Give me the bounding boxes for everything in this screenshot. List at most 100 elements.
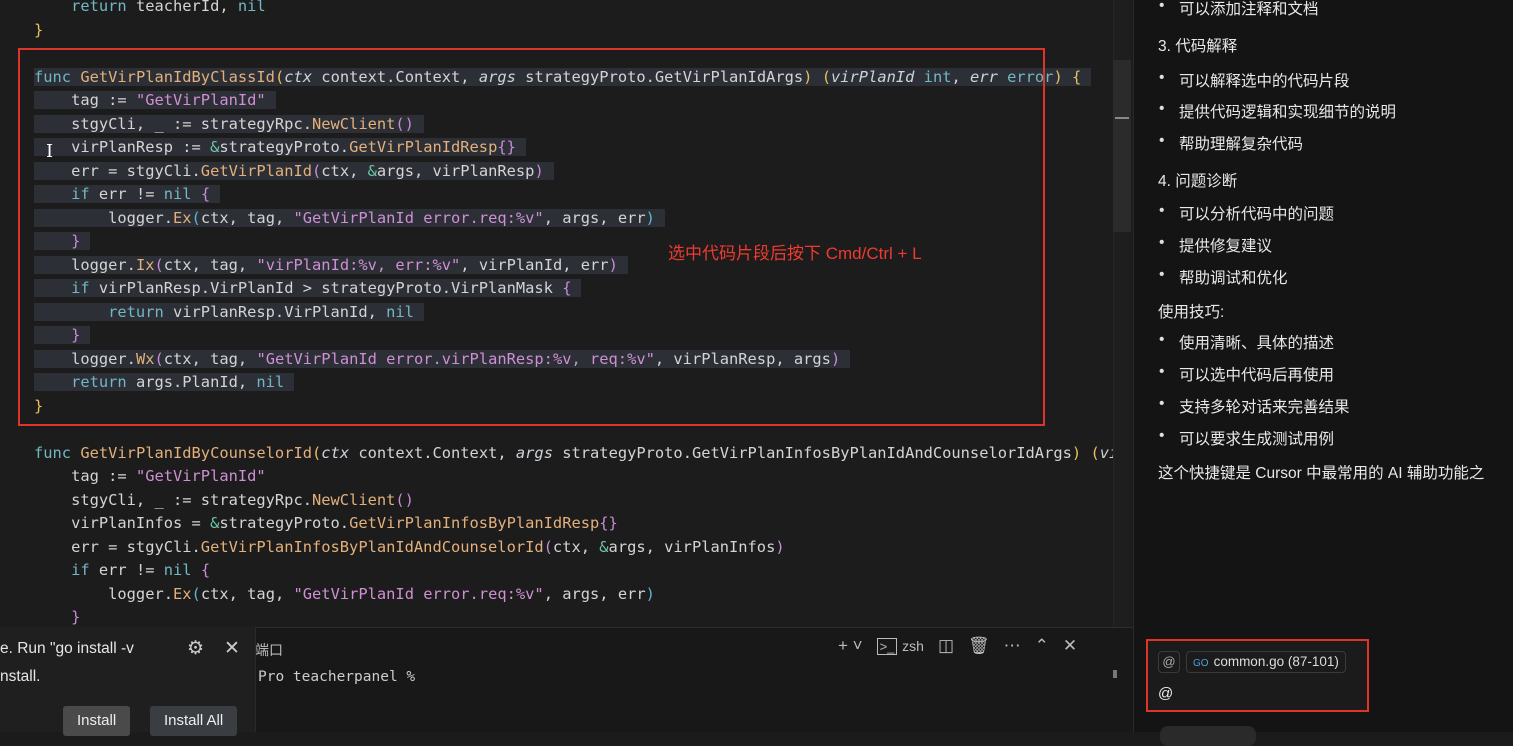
editor-scrollbar-thumb[interactable] [1113,60,1131,232]
terminal-prompt[interactable]: Pro teacherpanel % [258,669,415,685]
code-line[interactable]: func GetVirPlanIdByCounselorId(ctx conte… [34,442,1118,466]
code-line[interactable]: virPlanInfos = &strategyProto.GetVirPlan… [34,512,1118,536]
code-line-text: if err != nil { [34,561,210,579]
list-item-text: 使用清晰、具体的描述 [1179,335,1335,352]
code-token: func [34,443,81,462]
code-line-text: err = stgyCli.GetVirPlanInfosByPlanIdAnd… [34,538,785,556]
code-token: & [599,537,609,556]
terminal-shell-button[interactable]: >_ zsh [876,636,924,656]
code-token: } [34,608,81,626]
code-line[interactable]: logger.Ex(ctx, tag, "GetVirPlanId error.… [34,583,1118,607]
list-item-text: 可以添加注释和文档 [1179,1,1319,18]
chat-heading: 这个快捷键是 Cursor 中最常用的 AI 辅助功能之 [1158,465,1485,482]
code-token: context.Context, [349,443,516,462]
code-token: logger. [34,584,173,603]
new-terminal-icon[interactable]: + ˅ [838,636,863,656]
shell-label: zsh [902,638,924,654]
chat-action-button[interactable] [1160,726,1256,746]
code-token: GetVirPlanInfosByPlanIdAndCounselorId [200,537,544,556]
chat-list-item: 支持多轮对话来完善结果 [1159,395,1350,417]
tab-ports[interactable]: 端口 [255,640,283,660]
code-token: return [71,0,127,15]
chat-list-item: 提供代码逻辑和实现细节的说明 [1159,100,1397,122]
code-token: NewClient [311,490,396,509]
code-token: "GetVirPlanId error.req:%v" [293,584,544,603]
close-icon[interactable]: ✕ [224,637,240,660]
chat-list-item: 可以选中代码后再使用 [1159,363,1335,385]
code-line[interactable]: } [34,606,1118,627]
notification-message-cont: nstall. [0,668,41,685]
list-item-text: 提供修复建议 [1179,238,1273,255]
list-item-text: 提供代码逻辑和实现细节的说明 [1179,104,1397,121]
maximize-panel-icon[interactable]: ⌃ [1035,636,1049,656]
chat-list-item: 可以要求生成测试用例 [1159,427,1334,449]
mention-button[interactable]: @ [1158,651,1180,673]
code-line-text: } [34,608,80,626]
chat-list-item: 可以分析代码中的问题 [1159,202,1335,224]
code-token: tag := [34,467,136,485]
list-item-text: 可以解释选中的代码片段 [1179,73,1350,90]
code-token: ctx, tag, [200,584,294,603]
annotation-text: 选中代码片段后按下 Cmd/Ctrl + L [668,244,922,263]
code-token: err != [89,561,164,579]
code-token: } [34,20,44,39]
code-token: teacherId, [126,0,238,15]
code-token: {} [599,514,618,532]
code-token: ( [543,537,553,556]
chat-input[interactable]: @ [1158,685,1173,702]
code-token: ) [1053,67,1063,86]
code-line-text: logger.Ex(ctx, tag, "GetVirPlanId error.… [34,585,655,603]
chat-list-item: 提供修复建议 [1159,234,1273,256]
code-token: strategyProto.GetVirPlanInfosByPlanIdAnd… [552,443,1072,462]
chat-list-item: 帮助调试和优化 [1159,266,1288,288]
code-line[interactable]: err = stgyCli.GetVirPlanInfosByPlanIdAnd… [34,536,1118,560]
close-panel-icon[interactable]: ✕ [1063,636,1077,656]
code-line-text: } [34,21,43,39]
code-token: ( [312,443,322,462]
code-token: GetVirPlanIdByCounselorId [80,443,312,462]
code-line[interactable]: return teacherId, nil [34,0,1118,19]
split-terminal-icon[interactable]: ◫ [938,636,954,656]
trash-icon[interactable]: 🗑 [968,636,990,656]
code-token: () [395,490,414,509]
code-token: args, virPlanInfos [608,537,776,556]
list-item-text: 支持多轮对话来完善结果 [1179,399,1350,416]
code-token: GetVirPlanInfosByPlanIdResp [349,514,600,532]
code-token: ) [1071,443,1082,462]
gear-icon[interactable]: ⚙ [187,637,204,660]
notification-popup: e. Run "go install -v nstall. ⚙ ✕ Instal… [0,627,256,736]
file-context-chip[interactable]: GO common.go (87-101) [1186,651,1346,673]
terminal-icon: >_ [876,638,898,655]
code-line[interactable]: stgyCli, _ := strategyRpc.NewClient() [34,489,1118,513]
code-line-text: return teacherId, nil [34,0,266,15]
chat-heading: 使用技巧: [1158,304,1225,321]
terminal-scrollbar[interactable] [1113,670,1117,678]
code-line-text: func GetVirPlanIdByCounselorId(ctx conte… [34,444,1118,462]
chat-list-item: 可以添加注释和文档 [1159,0,1319,19]
code-token: ) [775,537,785,556]
code-token: ( [191,584,201,603]
list-item-text: 帮助调试和优化 [1179,270,1288,287]
code-line[interactable]: if err != nil { [34,559,1118,583]
code-line[interactable]: } [34,19,1118,43]
notification-message: e. Run "go install -v [0,640,134,657]
more-icon[interactable]: ⋯ [1004,636,1021,656]
code-editor[interactable]: return teacherId, nil} func GetVirPlanIdB… [0,0,1133,627]
code-token: & [210,514,220,532]
list-item-text: 可以选中代码后再使用 [1179,367,1335,384]
chat-heading: 3. 代码解释 [1158,38,1238,55]
code-line-text: stgyCli, _ := strategyRpc.NewClient() [34,491,414,509]
code-line[interactable]: tag := "GetVirPlanId" [34,465,1118,489]
code-token: Ex [173,584,192,603]
code-token: strategyProto. [219,514,350,532]
chat-list-item: 可以解释选中的代码片段 [1159,69,1350,91]
code-token: err = stgyCli. [34,537,201,556]
code-token: nil [163,561,192,579]
code-token: ) [645,584,655,603]
chat-input-box[interactable]: @ GO common.go (87-101) @ [1146,639,1369,712]
list-item-text: 可以分析代码中的问题 [1179,206,1335,223]
scrollbar-marker [1115,117,1129,119]
